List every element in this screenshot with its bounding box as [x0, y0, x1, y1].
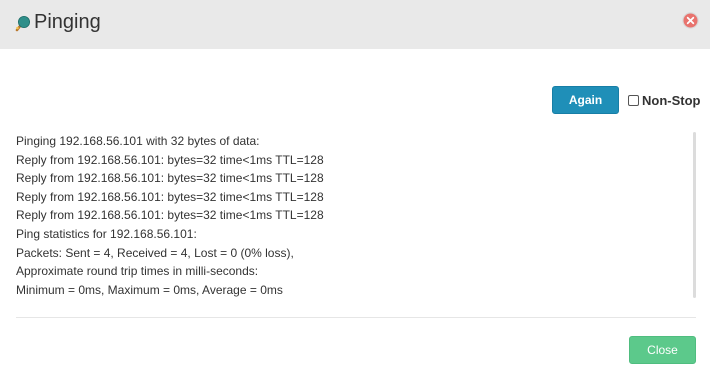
output-line: Packets: Sent = 4, Received = 4, Lost = … — [16, 245, 294, 260]
dialog-title: Pinging — [34, 11, 101, 33]
output-line: Reply from 192.168.56.101: bytes=32 time… — [16, 189, 324, 204]
output-line: Reply from 192.168.56.101: bytes=32 time… — [16, 171, 324, 186]
again-button[interactable]: Again — [552, 86, 619, 114]
output-line: Pinging 192.168.56.101 with 32 bytes of … — [16, 134, 260, 148]
close-button[interactable]: Close — [629, 336, 696, 364]
output-scrollbar[interactable] — [693, 132, 696, 298]
nonstop-toggle[interactable]: Non-Stop — [628, 92, 700, 108]
output-line: Approximate round trip times in milli-se… — [16, 264, 259, 279]
output-line: Minimum = 0ms, Maximum = 0ms, Average = … — [16, 282, 283, 297]
nonstop-label: Non-Stop — [642, 92, 701, 108]
nonstop-checkbox[interactable] — [628, 94, 639, 106]
output-line: Reply from 192.168.56.101: bytes=32 time… — [16, 208, 324, 223]
ping-dialog: Pinging Again Non-Stop Pinging 192.168.5… — [0, 0, 710, 375]
ping-pong-paddle-icon — [13, 15, 31, 33]
footer-divider — [16, 317, 696, 318]
output-line: Ping statistics for 192.168.56.101: — [16, 226, 197, 241]
close-circle-icon[interactable] — [682, 12, 699, 29]
ping-output: Pinging 192.168.56.101 with 32 bytes of … — [16, 132, 692, 300]
output-line: Reply from 192.168.56.101: bytes=32 time… — [16, 152, 324, 167]
dialog-titlebar: Pinging — [0, 0, 710, 49]
